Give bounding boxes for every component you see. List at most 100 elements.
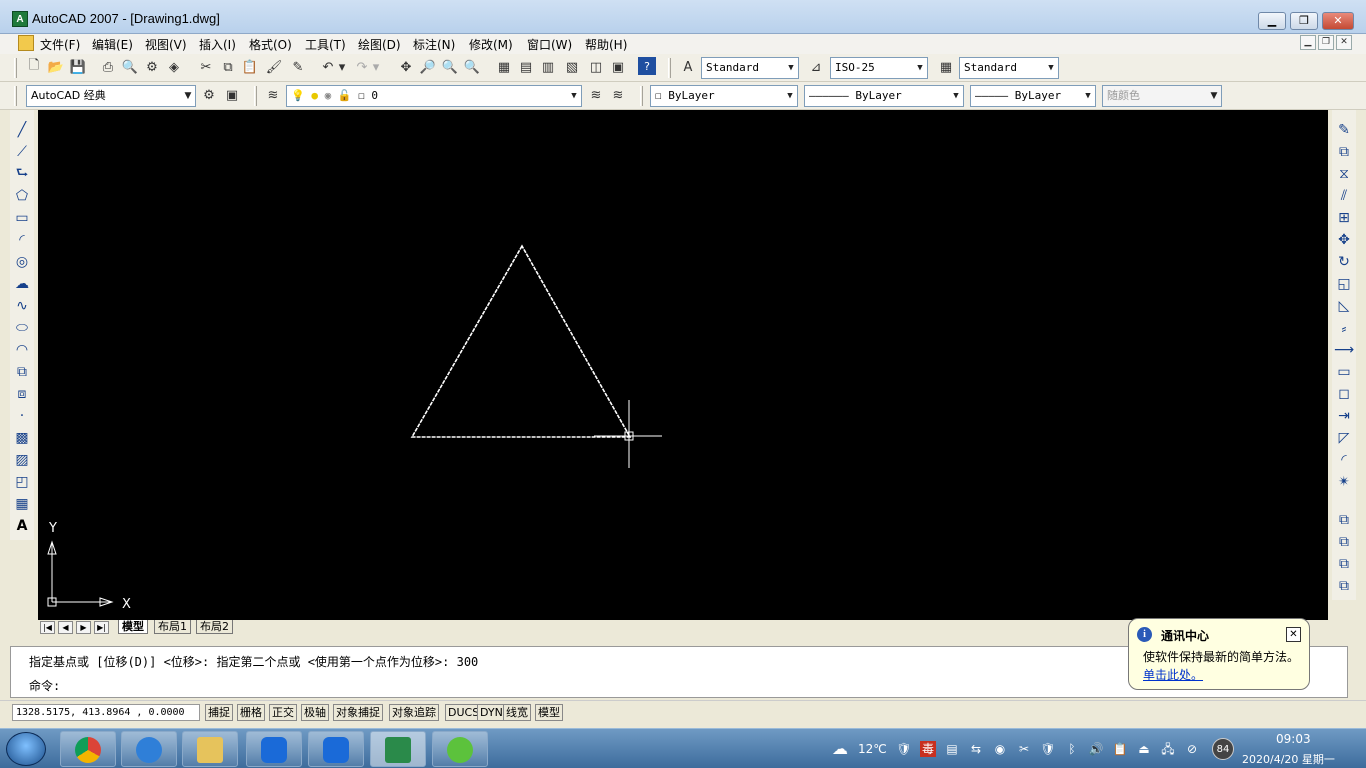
table-style-icon[interactable]: ▦ <box>936 57 956 77</box>
close-button[interactable]: ✕ <box>1322 12 1354 30</box>
publish-icon[interactable]: ⚙ <box>142 57 162 77</box>
polygon-icon[interactable]: ⬠ <box>12 186 32 206</box>
revision-cloud-icon[interactable]: ☁ <box>12 274 32 294</box>
line-icon[interactable]: ╱ <box>12 120 32 140</box>
zoom-realtime-icon[interactable]: 🔎 <box>418 57 438 77</box>
minimize-button[interactable]: ▁ <box>1258 12 1286 30</box>
layer-select[interactable]: 💡 ● ◉ 🔓 ☐ 0 ▼ <box>286 85 582 107</box>
new-icon[interactable]: 🗋 <box>24 57 44 77</box>
workspace-select[interactable]: AutoCAD 经典 ▼ <box>26 85 196 107</box>
lineweight-toggle[interactable]: 线宽 <box>503 704 531 721</box>
menu-modify[interactable]: 修改(M) <box>469 36 513 53</box>
menu-view[interactable]: 视图(V) <box>145 36 187 53</box>
fillet-icon[interactable]: ◜ <box>1334 450 1354 470</box>
break-icon[interactable]: ◻ <box>1334 384 1354 404</box>
erase-icon[interactable]: ✎ <box>1334 120 1354 140</box>
save-workspace-icon[interactable]: ▣ <box>222 85 242 105</box>
make-block-icon[interactable]: ⧈ <box>12 384 32 404</box>
volume-icon[interactable]: 🔊 <box>1088 741 1104 757</box>
drawing-canvas[interactable]: X Y <box>38 110 1328 620</box>
sync-tray-icon[interactable]: ⇆ <box>968 741 984 757</box>
tab-layout2[interactable]: 布局2 <box>196 620 233 634</box>
clipboard-tray-icon[interactable]: 📋 <box>1112 741 1128 757</box>
autocad-app-icon[interactable]: A <box>12 11 28 27</box>
zoom-previous-icon[interactable]: 🔍 <box>462 57 482 77</box>
taskbar-chrome[interactable] <box>60 731 116 767</box>
circle-icon[interactable]: ◎ <box>12 252 32 272</box>
dim-style-icon[interactable]: ⊿ <box>806 57 826 77</box>
taskbar-security2[interactable] <box>308 731 364 767</box>
copy-icon[interactable]: ⧉ <box>218 57 238 77</box>
ellipse-arc-icon[interactable]: ◠ <box>12 340 32 360</box>
grid-toggle[interactable]: 栅格 <box>237 704 265 721</box>
multiline-text-icon[interactable]: A <box>12 516 32 536</box>
doc-restore-button[interactable]: ❐ <box>1318 35 1334 50</box>
stretch-icon[interactable]: ◺ <box>1334 296 1354 316</box>
tab-layout1[interactable]: 布局1 <box>154 620 191 634</box>
menu-window[interactable]: 窗口(W) <box>527 36 572 53</box>
command-prompt[interactable]: 命令: <box>29 677 60 694</box>
color-select[interactable]: ☐ ByLayer ▼ <box>650 85 798 107</box>
join-icon[interactable]: ⇥ <box>1334 406 1354 426</box>
performance-badge[interactable]: 84 <box>1212 738 1234 760</box>
polyline-icon[interactable]: ⮑ <box>12 164 32 184</box>
point-icon[interactable]: · <box>12 406 32 426</box>
spline-icon[interactable]: ∿ <box>12 296 32 316</box>
scale-icon[interactable]: ◱ <box>1334 274 1354 294</box>
menu-insert[interactable]: 插入(I) <box>199 36 236 53</box>
next-tab-icon[interactable]: ▶ <box>76 621 91 634</box>
doc-minimize-button[interactable]: ▁ <box>1300 35 1316 50</box>
paste-icon[interactable]: 📋 <box>240 57 260 77</box>
otrack-toggle[interactable]: 对象追踪 <box>389 704 439 721</box>
clock-time[interactable]: 09:03 <box>1276 732 1311 746</box>
toolbar-grip[interactable] <box>14 58 17 78</box>
save-icon[interactable]: 💾 <box>68 57 88 77</box>
redo-icon[interactable]: ↷ <box>352 57 372 77</box>
table-style-select[interactable]: Standard ▼ <box>959 57 1059 79</box>
tools-tray-icon[interactable]: ✂ <box>1016 741 1032 757</box>
toolbar-grip[interactable] <box>14 86 17 106</box>
document-icon[interactable] <box>18 35 34 51</box>
wechat-tray-icon[interactable]: ◉ <box>992 741 1008 757</box>
properties-icon[interactable]: ▦ <box>494 57 514 77</box>
block-editor-icon[interactable]: ✎ <box>288 57 308 77</box>
close-icon[interactable]: ✕ <box>1286 627 1301 642</box>
first-tab-icon[interactable]: |◀ <box>40 621 55 634</box>
match-properties-icon[interactable]: 🖌 <box>264 57 284 77</box>
taskbar-ie[interactable] <box>121 731 177 767</box>
triangle-shape[interactable] <box>410 244 632 438</box>
text-style-select[interactable]: Standard ▼ <box>701 57 799 79</box>
help-icon[interactable]: ? <box>638 57 656 75</box>
dyn-toggle[interactable]: DYN <box>477 704 506 721</box>
taskbar-security1[interactable] <box>246 731 302 767</box>
markup-icon[interactable]: ◫ <box>586 57 606 77</box>
antivirus-tray-icon[interactable]: 毒 <box>920 741 936 757</box>
print-icon[interactable]: ⎙ <box>98 57 118 77</box>
gradient-icon[interactable]: ▨ <box>12 450 32 470</box>
send-under-icon[interactable]: ⧉ <box>1334 576 1354 596</box>
osnap-toggle[interactable]: 对象捕捉 <box>333 704 383 721</box>
ortho-toggle[interactable]: 正交 <box>269 704 297 721</box>
explode-icon[interactable]: ✴ <box>1334 472 1354 492</box>
text-style-icon[interactable]: A <box>678 57 698 77</box>
print-preview-icon[interactable]: 🔍 <box>120 57 140 77</box>
hatch-icon[interactable]: ▩ <box>12 428 32 448</box>
workspace-settings-icon[interactable]: ⚙ <box>199 85 219 105</box>
tab-model[interactable]: 模型 <box>118 620 148 634</box>
comm-center-link[interactable]: 单击此处。 <box>1143 666 1203 683</box>
chamfer-icon[interactable]: ◸ <box>1334 428 1354 448</box>
menu-file[interactable]: 文件(F) <box>40 36 80 53</box>
docs-tray-icon[interactable]: ▤ <box>944 741 960 757</box>
toolbar-grip[interactable] <box>254 86 257 106</box>
open-icon[interactable]: 📂 <box>46 57 66 77</box>
model-toggle[interactable]: 模型 <box>535 704 563 721</box>
menu-edit[interactable]: 编辑(E) <box>92 36 133 53</box>
break-at-point-icon[interactable]: ▭ <box>1334 362 1354 382</box>
calculator-icon[interactable]: ▣ <box>608 57 628 77</box>
snap-toggle[interactable]: 捕捉 <box>205 704 233 721</box>
clock-date[interactable]: 2020/4/20 星期一 <box>1242 751 1335 767</box>
mute-tray-icon[interactable]: ⊘ <box>1184 741 1200 757</box>
cut-icon[interactable]: ✂ <box>196 57 216 77</box>
bring-above-icon[interactable]: ⧉ <box>1334 554 1354 574</box>
taskbar-explorer[interactable] <box>182 731 238 767</box>
